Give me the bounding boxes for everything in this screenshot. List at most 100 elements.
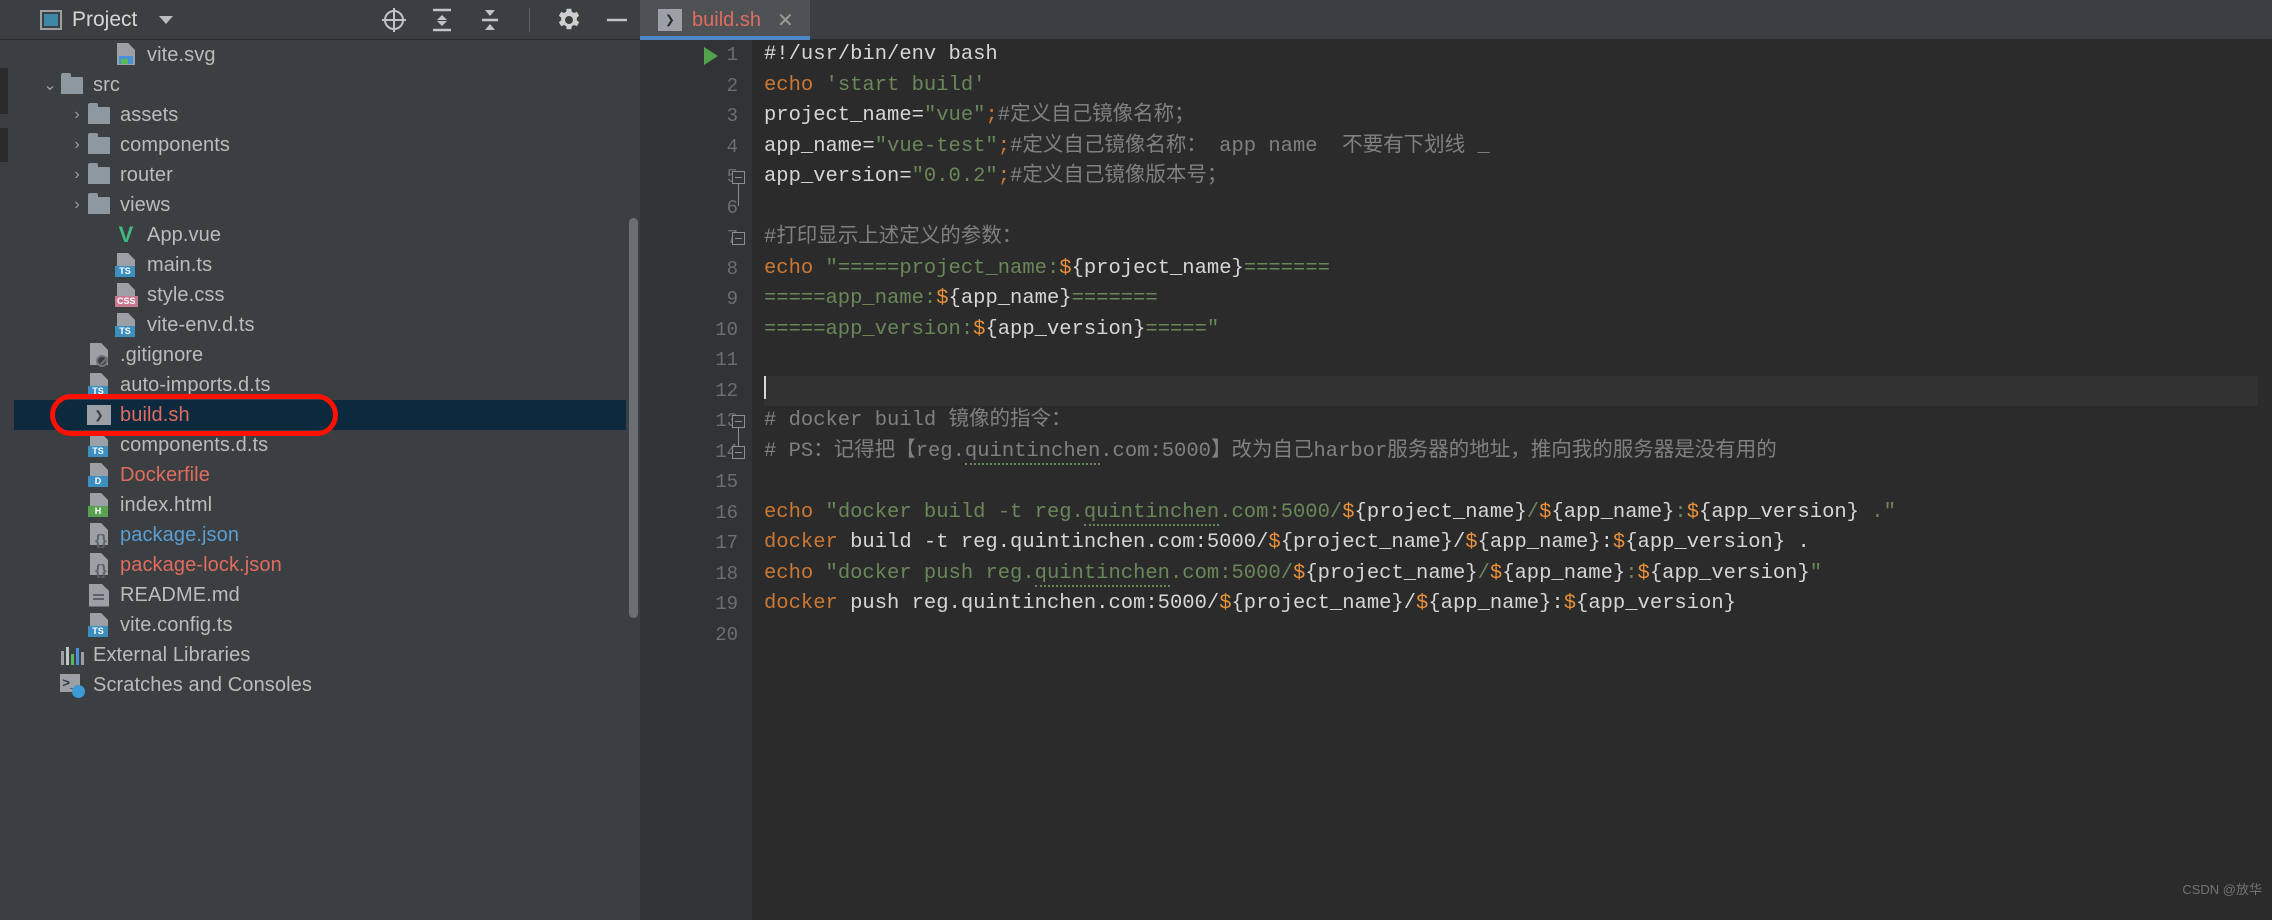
code-line-17[interactable]: docker build -t reg.quintinchen.com:5000…: [764, 528, 2272, 559]
tree-item-src[interactable]: ⌄ src: [14, 70, 626, 100]
code-line-4[interactable]: app_name="vue-test";#定义自己镜像名称： app name …: [764, 132, 2272, 163]
line-number-18[interactable]: 18: [640, 559, 752, 590]
code-editor[interactable]: 1234567891011121314151617181920 #!/usr/b…: [640, 40, 2272, 920]
chevron-right-icon[interactable]: ›: [68, 166, 86, 184]
tree-item-assets[interactable]: › assets: [14, 100, 626, 130]
tree-item-label: build.sh: [120, 403, 190, 426]
tree-item--gitignore[interactable]: .gitignore: [14, 340, 626, 370]
tree-item-external-libraries[interactable]: External Libraries: [14, 640, 626, 670]
tree-item-index-html[interactable]: Hindex.html: [14, 490, 626, 520]
minimize-icon[interactable]: [602, 5, 632, 35]
code-fold-toggle[interactable]: [732, 415, 745, 428]
tree-item-package-json[interactable]: {} package.json: [14, 520, 626, 550]
line-number-2[interactable]: 2: [640, 71, 752, 102]
code-line-2[interactable]: echo 'start build': [764, 71, 2272, 102]
chevron-down-icon[interactable]: [159, 15, 174, 24]
tree-item-label: components.d.ts: [120, 433, 269, 456]
code-token: # docker build 镜像的指令：: [764, 409, 1072, 432]
code-line-19[interactable]: docker push reg.quintinchen.com:5000/${p…: [764, 589, 2272, 620]
code-line-7[interactable]: #打印显示上述定义的参数：: [764, 223, 2272, 254]
tree-item-router[interactable]: › router: [14, 160, 626, 190]
editor-code-area[interactable]: #!/usr/bin/env bash echo 'start build' pro…: [752, 40, 2272, 920]
tree-item-vite-env-d-ts[interactable]: TS vite-env.d.ts: [14, 310, 626, 340]
code-line-3[interactable]: project_name="vue";#定义自己镜像名称；: [764, 101, 2272, 132]
line-number-17[interactable]: 17: [640, 528, 752, 559]
code-token: /: [1452, 531, 1466, 554]
code-line-15[interactable]: [764, 467, 2272, 498]
tree-item-scratches-and-consoles[interactable]: >_ Scratches and Consoles: [14, 670, 626, 700]
tab-label: build.sh: [692, 8, 761, 31]
code-line-11[interactable]: [764, 345, 2272, 376]
chevron-right-icon[interactable]: ›: [68, 136, 86, 154]
tree-item-dockerfile[interactable]: D Dockerfile: [14, 460, 626, 490]
sidebar-scrollbar[interactable]: [629, 218, 638, 618]
tree-item-vite-svg[interactable]: vite.svg: [14, 40, 626, 70]
tree-item-auto-imports-d-ts[interactable]: TS auto-imports.d.ts: [14, 370, 626, 400]
tab-build-sh[interactable]: ❯ build.sh ✕: [640, 0, 810, 40]
tree-item-icon: TS: [113, 313, 139, 337]
collapse-all-icon[interactable]: [475, 5, 505, 35]
expand-all-icon[interactable]: [427, 5, 457, 35]
tree-item-package-lock-json[interactable]: {} package-lock.json: [14, 550, 626, 580]
code-line-13[interactable]: # docker build 镜像的指令：: [764, 406, 2272, 437]
line-number-20[interactable]: 20: [640, 620, 752, 651]
tree-item-readme-md[interactable]: README.md: [14, 580, 626, 610]
editor-gutter[interactable]: 1234567891011121314151617181920: [640, 40, 752, 920]
code-line-20[interactable]: [764, 620, 2272, 651]
vue-file-icon: V: [118, 222, 134, 247]
tree-item-style-css[interactable]: CSS style.css: [14, 280, 626, 310]
line-number-6[interactable]: 6: [640, 193, 752, 224]
line-number-9[interactable]: 9: [640, 284, 752, 315]
tree-item-main-ts[interactable]: TS main.ts: [14, 250, 626, 280]
code-line-1[interactable]: #!/usr/bin/env bash: [764, 40, 2272, 71]
project-tree[interactable]: vite.svg ⌄ src › assets › components › router › vi…: [14, 40, 626, 920]
code-line-8[interactable]: echo "=====project_name:${project_name}=…: [764, 254, 2272, 285]
project-toolbar-actions: [379, 0, 632, 39]
code-token: {project_name}: [1354, 500, 1527, 524]
line-number-19[interactable]: 19: [640, 589, 752, 620]
line-number-8[interactable]: 8: [640, 254, 752, 285]
code-line-10[interactable]: =====app_version:${app_version}=====": [764, 315, 2272, 346]
code-token: 'start build': [825, 73, 986, 97]
line-number-12[interactable]: 12: [640, 376, 752, 407]
line-number-10[interactable]: 10: [640, 315, 752, 346]
tree-item-vite-config-ts[interactable]: TS vite.config.ts: [14, 610, 626, 640]
close-icon[interactable]: ✕: [777, 8, 794, 33]
code-line-9[interactable]: =====app_name:${app_name}=======: [764, 284, 2272, 315]
tree-item-components-d-ts[interactable]: TS components.d.ts: [14, 430, 626, 460]
chevron-down-icon[interactable]: ⌄: [41, 75, 59, 95]
editor-scrollbar[interactable]: [2258, 40, 2272, 920]
run-script-icon[interactable]: [704, 47, 718, 65]
line-number-4[interactable]: 4: [640, 132, 752, 163]
code-line-6[interactable]: [764, 193, 2272, 224]
code-token: app_name=: [764, 134, 875, 158]
code-token: .: [1785, 531, 1810, 554]
tree-item-label: package-lock.json: [120, 553, 282, 576]
gear-icon[interactable]: [554, 5, 584, 35]
code-token: quintinchen: [1034, 561, 1170, 587]
line-number-11[interactable]: 11: [640, 345, 752, 376]
code-token: {app_version}: [1649, 561, 1810, 585]
code-line-18[interactable]: echo "docker push reg.quintinchen.com:50…: [764, 559, 2272, 590]
line-number-15[interactable]: 15: [640, 467, 752, 498]
code-line-5[interactable]: app_version="0.0.2";#定义自己镜像版本号；: [764, 162, 2272, 193]
code-line-16[interactable]: echo "docker build -t reg.quintinchen.co…: [764, 498, 2272, 529]
line-number-1[interactable]: 1: [640, 40, 752, 71]
project-panel-title-group[interactable]: Project: [40, 8, 174, 32]
code-fold-toggle[interactable]: [732, 171, 745, 184]
chevron-right-icon[interactable]: ›: [68, 196, 86, 214]
code-token: {app_version}: [1625, 531, 1786, 554]
tree-item-views[interactable]: › views: [14, 190, 626, 220]
code-line-14[interactable]: # PS：记得把【reg.quintinchen.com:5000】改为自己ha…: [764, 437, 2272, 468]
tree-item-components[interactable]: › components: [14, 130, 626, 160]
tree-item-build-sh[interactable]: ❯ build.sh: [14, 400, 626, 430]
chevron-right-icon[interactable]: ›: [68, 106, 86, 124]
code-line-12[interactable]: [764, 375, 2272, 406]
line-number-3[interactable]: 3: [640, 101, 752, 132]
line-number-16[interactable]: 16: [640, 498, 752, 529]
code-token: quintinchen: [1083, 500, 1220, 526]
locate-icon[interactable]: [379, 5, 409, 35]
code-fold-toggle[interactable]: [732, 445, 745, 459]
code-fold-toggle[interactable]: [732, 232, 745, 245]
tree-item-app-vue[interactable]: V App.vue: [14, 220, 626, 250]
